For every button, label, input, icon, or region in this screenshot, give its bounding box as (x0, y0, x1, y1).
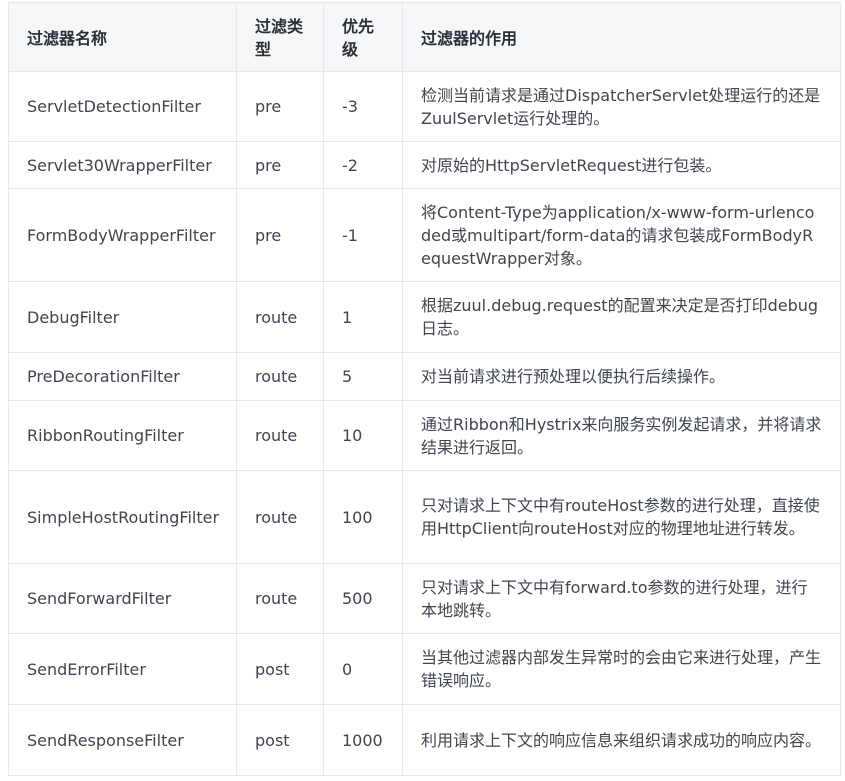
filter-desc-cell: 检测当前请求是通过DispatcherServlet处理运行的还是ZuulSer… (402, 71, 841, 142)
filter-desc-cell: 对原始的HttpServletRequest进行包装。 (402, 141, 841, 189)
table-row: SendErrorFilter post 0 当其他过滤器内部发生异常时的会由它… (8, 633, 841, 705)
filter-order-cell: 500 (323, 563, 403, 634)
filter-desc-cell: 利用请求上下文的响应信息来组织请求成功的响应内容。 (402, 704, 841, 776)
table-row: RibbonRoutingFilter route 10 通过Ribbon和Hy… (8, 400, 841, 471)
filter-desc-cell: 将Content-Type为application/x-www-form-url… (402, 188, 841, 282)
table-header: 过滤器名称 过滤类型 优先级 过滤器的作用 (8, 2, 841, 72)
filter-type-cell: pre (236, 188, 324, 282)
filter-desc-cell: 根据zuul.debug.request的配置来决定是否打印debug日志。 (402, 281, 841, 353)
filter-order-cell: -3 (323, 71, 403, 142)
filter-name-cell: SendErrorFilter (8, 633, 237, 705)
filter-desc-cell: 当其他过滤器内部发生异常时的会由它来进行处理，产生错误响应。 (402, 633, 841, 705)
filter-type-cell: route (236, 281, 324, 353)
header-priority: 优先级 (323, 2, 403, 72)
filter-type-cell: post (236, 633, 324, 705)
table-row: ServletDetectionFilter pre -3 检测当前请求是通过D… (8, 71, 841, 142)
filter-order-cell: 10 (323, 400, 403, 471)
table-row: SendResponseFilter post 1000 利用请求上下文的响应信… (8, 704, 841, 776)
filter-name-cell: SendResponseFilter (8, 704, 237, 776)
filter-type-cell: pre (236, 141, 324, 189)
filter-type-cell: route (236, 400, 324, 471)
filter-desc-cell: 只对请求上下文中有forward.to参数的进行处理，进行本地跳转。 (402, 563, 841, 634)
table-row: SendForwardFilter route 500 只对请求上下文中有for… (8, 563, 841, 634)
filter-desc-cell: 对当前请求进行预处理以便执行后续操作。 (402, 352, 841, 401)
filter-name-cell: RibbonRoutingFilter (8, 400, 237, 471)
table-row: DebugFilter route 1 根据zuul.debug.request… (8, 281, 841, 353)
filter-name-cell: SimpleHostRoutingFilter (8, 470, 237, 564)
filter-order-cell: -2 (323, 141, 403, 189)
filter-name-cell: ServletDetectionFilter (8, 71, 237, 142)
filter-order-cell: -1 (323, 188, 403, 282)
header-row: 过滤器名称 过滤类型 优先级 过滤器的作用 (8, 2, 841, 72)
filter-table: 过滤器名称 过滤类型 优先级 过滤器的作用 ServletDetectionFi… (8, 2, 841, 776)
filter-type-cell: route (236, 563, 324, 634)
filter-name-cell: DebugFilter (8, 281, 237, 353)
filter-name-cell: Servlet30WrapperFilter (8, 141, 237, 189)
filter-name-cell: FormBodyWrapperFilter (8, 188, 237, 282)
table-body: ServletDetectionFilter pre -3 检测当前请求是通过D… (8, 71, 841, 776)
table-row: SimpleHostRoutingFilter route 100 只对请求上下… (8, 470, 841, 564)
table-row: PreDecorationFilter route 5 对当前请求进行预处理以便… (8, 352, 841, 401)
filter-order-cell: 1 (323, 281, 403, 353)
filter-desc-cell: 只对请求上下文中有routeHost参数的进行处理，直接使用HttpClient… (402, 470, 841, 564)
filter-name-cell: PreDecorationFilter (8, 352, 237, 401)
header-filter-function: 过滤器的作用 (402, 2, 841, 72)
filter-type-cell: route (236, 352, 324, 401)
table-row: Servlet30WrapperFilter pre -2 对原始的HttpSe… (8, 141, 841, 189)
filter-name-cell: SendForwardFilter (8, 563, 237, 634)
filter-type-cell: pre (236, 71, 324, 142)
filter-order-cell: 100 (323, 470, 403, 564)
filter-type-cell: route (236, 470, 324, 564)
filter-desc-cell: 通过Ribbon和Hystrix来向服务实例发起请求，并将请求结果进行返回。 (402, 400, 841, 471)
filter-type-cell: post (236, 704, 324, 776)
page: 过滤器名称 过滤类型 优先级 过滤器的作用 ServletDetectionFi… (0, 0, 845, 781)
table-row: FormBodyWrapperFilter pre -1 将Content-Ty… (8, 188, 841, 282)
filter-order-cell: 0 (323, 633, 403, 705)
header-filter-type: 过滤类型 (236, 2, 324, 72)
header-filter-name: 过滤器名称 (8, 2, 237, 72)
filter-order-cell: 5 (323, 352, 403, 401)
filter-order-cell: 1000 (323, 704, 403, 776)
